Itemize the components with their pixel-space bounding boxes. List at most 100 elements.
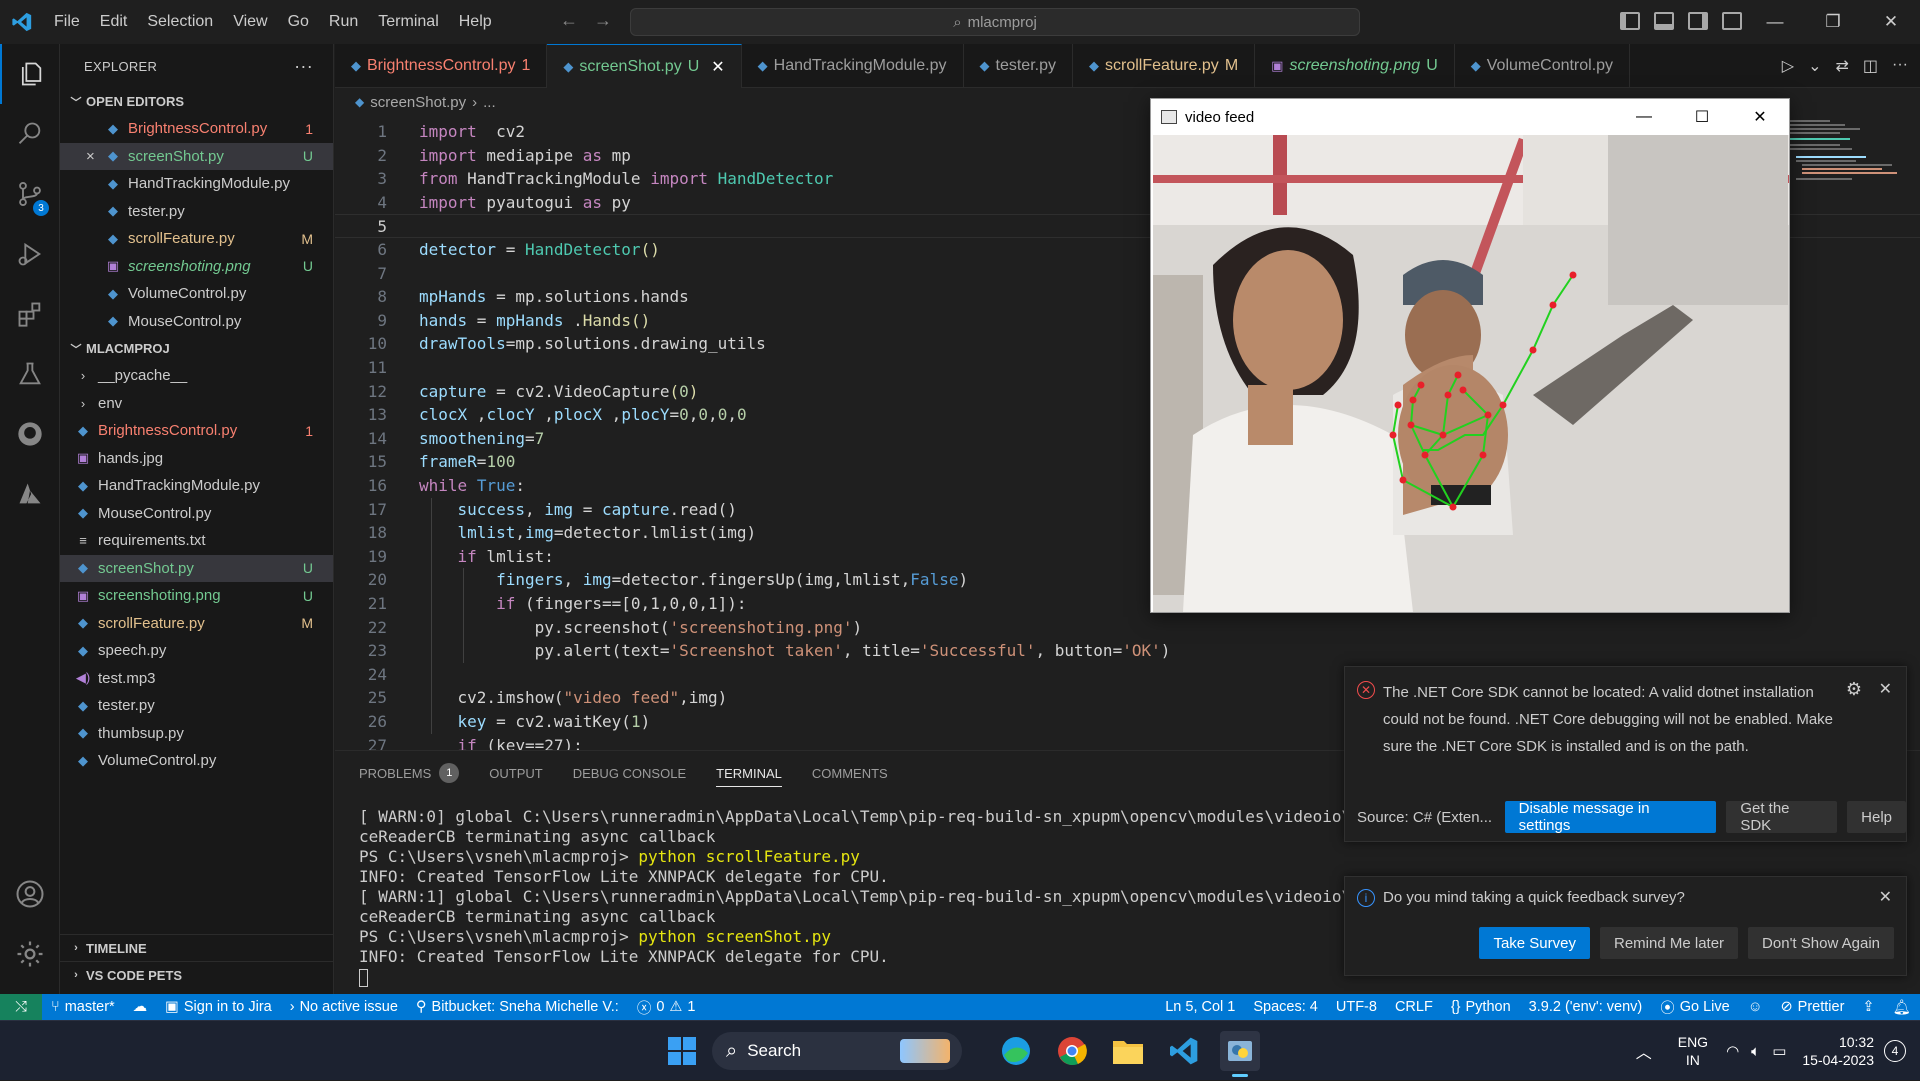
close-icon[interactable]: ✕: [1731, 99, 1789, 135]
maximize-icon[interactable]: ☐: [1673, 99, 1731, 135]
file-item[interactable]: ◆ thumbsup.py: [60, 720, 333, 748]
back-arrow-icon[interactable]: ←: [560, 10, 578, 31]
live-share-icon[interactable]: ⇪: [1853, 999, 1883, 1015]
extensions-icon[interactable]: [0, 284, 60, 344]
split-editor-icon[interactable]: ◫: [1863, 56, 1878, 76]
source-control-icon[interactable]: 3: [0, 164, 60, 224]
editor-tab[interactable]: ◆ VolumeControl.py: [1455, 44, 1631, 88]
menu-selection[interactable]: Selection: [137, 0, 223, 44]
close-tab-icon[interactable]: ✕: [711, 57, 724, 77]
cursor-position[interactable]: Ln 5, Col 1: [1156, 999, 1244, 1015]
language-indicator[interactable]: ENG IN: [1666, 1033, 1720, 1069]
file-item[interactable]: ◆ tester.py: [60, 692, 333, 720]
encoding[interactable]: UTF-8: [1327, 999, 1386, 1015]
notification-count-badge[interactable]: 4: [1884, 1040, 1906, 1062]
chevron-down-icon[interactable]: ⌄: [1808, 56, 1821, 76]
menu-go[interactable]: Go: [278, 0, 319, 44]
python-interpreter[interactable]: 3.9.2 ('env': venv): [1520, 999, 1652, 1015]
edge-browser-icon[interactable]: [996, 1031, 1036, 1071]
taskbar-search[interactable]: ⌕ Search: [712, 1032, 962, 1070]
file-item[interactable]: ◆ tester.py: [60, 198, 333, 226]
menu-terminal[interactable]: Terminal: [368, 0, 448, 44]
more-actions-icon[interactable]: ···: [294, 56, 313, 77]
minimize-icon[interactable]: —: [1615, 99, 1673, 135]
windows-start-icon[interactable]: [662, 1031, 702, 1071]
editor-tab[interactable]: ◆ BrightnessControl.py 1: [335, 44, 548, 88]
tab-output[interactable]: OUTPUT: [489, 751, 542, 795]
github-icon[interactable]: [0, 404, 60, 464]
editor-tab[interactable]: ◆ tester.py: [964, 44, 1073, 88]
notifications-bell-icon[interactable]: 🔔︎: [1884, 999, 1920, 1016]
customize-layout-icon[interactable]: [1722, 12, 1742, 30]
close-icon[interactable]: ✕: [1862, 0, 1920, 44]
file-item[interactable]: ≡ requirements.txt: [60, 527, 333, 555]
language-mode[interactable]: {} Python: [1442, 999, 1520, 1015]
chrome-browser-icon[interactable]: [1052, 1031, 1092, 1071]
minimap[interactable]: [1790, 116, 1908, 196]
file-item[interactable]: ▣ screenshoting.png U: [60, 253, 333, 281]
remote-indicator-icon[interactable]: ⤭: [0, 994, 42, 1020]
line-ending[interactable]: CRLF: [1386, 999, 1442, 1015]
disable-message-button[interactable]: Disable message in settings: [1504, 800, 1717, 834]
file-item[interactable]: ◆ BrightnessControl.py 1: [60, 417, 333, 445]
jira-status[interactable]: ▣ Sign in to Jira: [156, 999, 281, 1015]
editor-tab[interactable]: ◆ HandTrackingModule.py: [742, 44, 964, 88]
azure-icon[interactable]: [0, 464, 60, 524]
tab-problems[interactable]: PROBLEMS 1: [359, 751, 460, 795]
menu-view[interactable]: View: [223, 0, 277, 44]
go-live[interactable]: ⦿ Go Live: [1651, 997, 1738, 1018]
feedback-icon[interactable]: ☺: [1739, 999, 1772, 1015]
menu-run[interactable]: Run: [319, 0, 368, 44]
close-icon[interactable]: ✕: [1879, 679, 1892, 699]
wifi-icon[interactable]: ◠: [1720, 1042, 1745, 1060]
menu-file[interactable]: File: [44, 0, 90, 44]
file-item[interactable]: ◆ VolumeControl.py: [60, 747, 333, 775]
file-item[interactable]: × ◆ screenShot.py U: [60, 142, 333, 170]
problems-status[interactable]: ⓧ 0 ⚠ 1: [628, 997, 705, 1018]
menu-edit[interactable]: Edit: [90, 0, 138, 44]
file-item[interactable]: ◆ HandTrackingModule.py: [60, 472, 333, 500]
vscode-taskbar-icon[interactable]: [1164, 1031, 1204, 1071]
battery-icon[interactable]: ▭: [1766, 1042, 1792, 1060]
testing-flask-icon[interactable]: [0, 344, 60, 404]
file-item[interactable]: ◆ speech.py: [60, 637, 333, 665]
run-debug-icon[interactable]: [0, 224, 60, 284]
toggle-panel-icon[interactable]: [1654, 12, 1674, 30]
tab-comments[interactable]: COMMENTS: [812, 751, 888, 795]
editor-tab[interactable]: ▣ screenshoting.png U: [1255, 44, 1455, 88]
file-item[interactable]: ◆ MouseControl.py: [60, 308, 333, 336]
file-item[interactable]: ◆ screenShot.py U: [60, 554, 333, 582]
compare-changes-icon[interactable]: ⇄: [1835, 56, 1848, 76]
help-button[interactable]: Help: [1847, 801, 1906, 833]
prettier-status[interactable]: ⊘ Prettier: [1772, 999, 1854, 1015]
minimize-icon[interactable]: —: [1746, 0, 1804, 44]
restore-icon[interactable]: ❐: [1804, 0, 1862, 44]
file-item[interactable]: ◆ VolumeControl.py: [60, 280, 333, 308]
timeline-section[interactable]: › TIMELINE: [60, 934, 334, 961]
run-icon[interactable]: ▷: [1782, 56, 1794, 76]
remind-later-button[interactable]: Remind Me later: [1600, 927, 1739, 959]
get-sdk-button[interactable]: Get the SDK: [1726, 800, 1838, 834]
sync-icon[interactable]: ☁: [124, 999, 157, 1015]
clock[interactable]: 10:32 15-04-2023: [1792, 1033, 1884, 1069]
breadcrumb-rest[interactable]: ...: [483, 94, 496, 111]
terminal-output[interactable]: [ WARN:0] global C:\Users\runneradmin\Ap…: [359, 807, 1459, 987]
file-item[interactable]: ◆ BrightnessControl.py 1: [60, 115, 333, 143]
dont-show-again-button[interactable]: Don't Show Again: [1748, 927, 1894, 959]
toggle-secondary-sidebar-icon[interactable]: [1688, 12, 1708, 30]
more-actions-icon[interactable]: ···: [1892, 56, 1908, 76]
file-explorer-icon[interactable]: [1108, 1031, 1148, 1071]
file-item[interactable]: ◆ MouseControl.py: [60, 500, 333, 528]
folder-item[interactable]: › __pycache__: [60, 362, 333, 390]
forward-arrow-icon[interactable]: →: [594, 10, 612, 31]
chevron-up-icon[interactable]: ︿: [1622, 1039, 1666, 1063]
branch-status[interactable]: ⑂ master*: [42, 999, 124, 1015]
editor-tab[interactable]: ◆ screenShot.py U ✕: [547, 44, 742, 88]
issue-status[interactable]: › No active issue: [281, 999, 407, 1015]
settings-gear-icon[interactable]: [0, 924, 60, 984]
close-editor-icon[interactable]: ×: [86, 148, 95, 165]
tab-debug-console[interactable]: DEBUG CONSOLE: [573, 751, 686, 795]
command-center-search[interactable]: ⌕ mlacmproj: [630, 8, 1360, 36]
menu-help[interactable]: Help: [449, 0, 502, 44]
folder-item[interactable]: › env: [60, 390, 333, 418]
